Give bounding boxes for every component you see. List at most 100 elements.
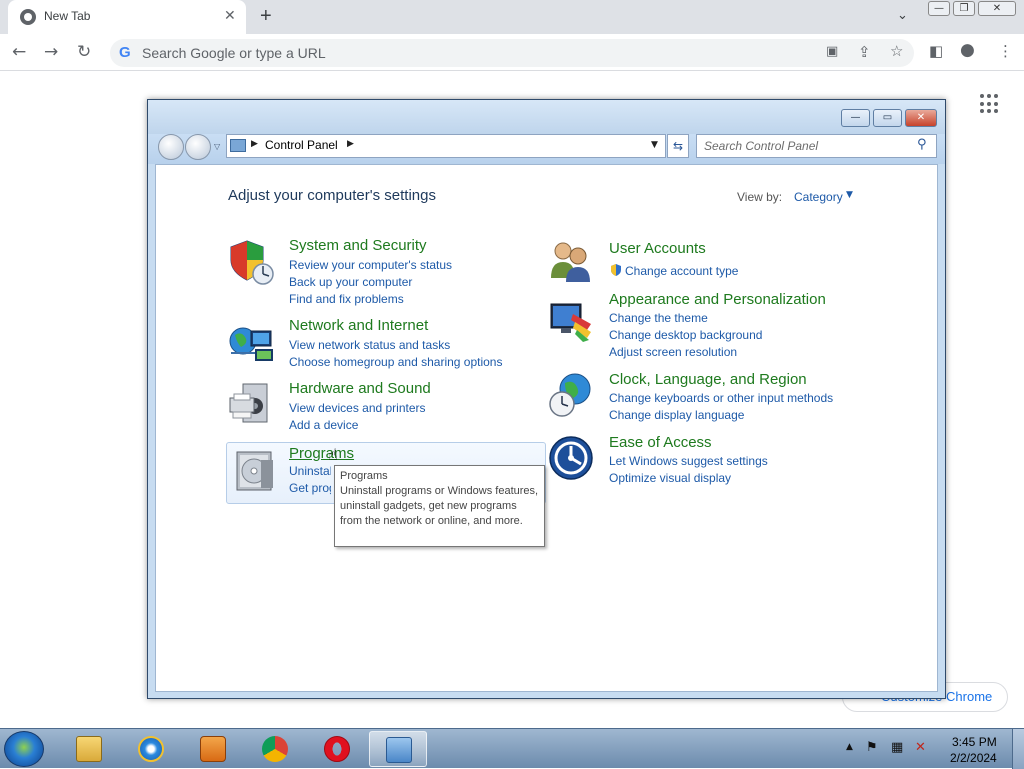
view-by-dropdown[interactable]: Category (794, 190, 843, 204)
bookmark-star-icon[interactable]: ☆ (890, 42, 903, 60)
cp-close-button[interactable]: ✕ (905, 109, 937, 127)
taskbar-chrome[interactable] (246, 731, 304, 767)
tab-search-chevron-icon[interactable]: ⌄ (897, 8, 908, 23)
link-display-language[interactable]: Change display language (609, 408, 744, 422)
view-by-label: View by: (737, 190, 783, 204)
google-apps-icon[interactable] (980, 94, 1000, 114)
browser-close-button[interactable]: ✕ (978, 1, 1016, 16)
programs-tooltip: Programs Uninstall programs or Windows f… (334, 465, 545, 547)
search-icon[interactable]: ⚲ (917, 137, 927, 152)
page-title: Adjust your computer's settings (228, 187, 436, 204)
category-user-accounts[interactable]: User Accounts (609, 240, 706, 257)
tooltip-body: Uninstall programs or Windows features, … (340, 485, 539, 527)
browser-tab-bar: New Tab ✕ + ⌄ — ❐ ✕ (0, 0, 1024, 34)
cp-minimize-button[interactable]: — (841, 109, 870, 127)
link-windows-suggest[interactable]: Let Windows suggest settings (609, 454, 768, 468)
hand-cursor-icon: ☝ (328, 445, 338, 464)
link-change-account-type[interactable]: Change account type (625, 264, 738, 278)
link-homegroup-sharing[interactable]: Choose homegroup and sharing options (289, 355, 502, 369)
link-add-device[interactable]: Add a device (289, 418, 358, 432)
category-hardware-sound[interactable]: Hardware and Sound (289, 380, 431, 397)
control-panel-icon (230, 139, 246, 152)
cp-search-input[interactable]: Search Control Panel ⚲ (696, 134, 937, 158)
action-center-flag-icon[interactable]: ⚑ (866, 740, 878, 755)
taskbar-explorer[interactable] (60, 731, 118, 767)
link-change-theme[interactable]: Change the theme (609, 311, 708, 325)
cp-maximize-button[interactable]: ▭ (873, 109, 902, 127)
clock-time[interactable]: 3:45 PM (952, 735, 997, 749)
breadcrumb-arrow-icon[interactable]: ▶ (251, 139, 258, 149)
control-panel-window: — ▭ ✕ ▽ ▶ Control Panel ▶ ▼ ⇆ Search Con… (147, 99, 946, 699)
chrome-icon (262, 736, 288, 762)
profile-avatar-icon[interactable]: ● (960, 40, 975, 60)
folder-icon (76, 736, 102, 762)
category-system-security[interactable]: System and Security (289, 237, 427, 254)
link-uninstall-program[interactable]: Uninstall a program (289, 464, 331, 478)
cp-back-icon[interactable] (158, 134, 184, 160)
link-devices-printers[interactable]: View devices and printers (289, 401, 426, 415)
browser-toolbar: ← → ↻ G Search Google or type a URL ▣ ⇪ … (0, 34, 1024, 71)
chrome-favicon-icon (20, 9, 36, 25)
link-desktop-background[interactable]: Change desktop background (609, 328, 762, 342)
browser-minimize-button[interactable]: — (928, 1, 950, 16)
user-accounts-icon[interactable] (547, 238, 595, 286)
link-back-up[interactable]: Back up your computer (289, 275, 412, 289)
ease-of-access-icon[interactable] (547, 434, 595, 482)
category-ease-of-access[interactable]: Ease of Access (609, 434, 712, 451)
cp-refresh-icon[interactable]: ⇆ (667, 134, 689, 158)
cp-forward-icon[interactable] (185, 134, 211, 160)
tooltip-title: Programs (340, 470, 388, 482)
link-find-fix-problems[interactable]: Find and fix problems (289, 292, 404, 306)
cp-address-bar[interactable]: ▶ Control Panel ▶ ▼ (226, 134, 666, 158)
reload-icon[interactable]: ↻ (77, 42, 91, 62)
taskbar-control-panel[interactable] (369, 731, 427, 767)
category-appearance[interactable]: Appearance and Personalization (609, 291, 826, 308)
taskbar-media-player[interactable] (184, 731, 242, 767)
link-optimize-display[interactable]: Optimize visual display (609, 471, 731, 485)
omnibox[interactable]: G Search Google or type a URL ▣ ⇪ ☆ (110, 39, 914, 67)
side-panel-icon[interactable]: ◧ (929, 42, 943, 60)
chrome-menu-icon[interactable]: ⋮ (998, 42, 1013, 60)
taskbar-opera[interactable] (308, 731, 366, 767)
link-change-keyboards[interactable]: Change keyboards or other input methods (609, 391, 833, 405)
link-network-status[interactable]: View network status and tasks (289, 338, 450, 352)
start-button[interactable] (4, 731, 44, 767)
shield-icon[interactable] (227, 238, 275, 286)
printer-icon[interactable] (227, 380, 275, 428)
back-arrow-icon[interactable]: ← (12, 42, 26, 62)
clock-globe-icon[interactable] (547, 371, 595, 419)
tab-close-icon[interactable]: ✕ (224, 8, 236, 24)
volume-muted-icon[interactable]: ✕ (915, 740, 926, 755)
address-dropdown-icon[interactable]: ▼ (651, 140, 658, 150)
network-globe-icon[interactable] (227, 319, 275, 367)
cp-recent-pages-icon[interactable]: ▽ (214, 142, 220, 151)
programs-disc-icon[interactable] (231, 446, 279, 494)
opera-icon (324, 736, 350, 762)
cp-content-area: Adjust your computer's settings View by:… (155, 164, 938, 692)
link-review-status[interactable]: Review your computer's status (289, 258, 452, 272)
browser-restore-button[interactable]: ❐ (953, 1, 975, 16)
taskbar: ▲ ⚑ ▦ ✕ 3:45 PM 2/2/2024 (0, 728, 1024, 769)
new-tab-button[interactable]: + (260, 5, 272, 28)
view-by-chevron-icon[interactable]: ▼ (846, 190, 853, 200)
cp-address-row: ▽ ▶ Control Panel ▶ ▼ ⇆ Search Control P… (148, 134, 945, 164)
control-panel-icon (386, 737, 412, 763)
network-icon[interactable]: ▦ (891, 740, 903, 755)
category-network-internet[interactable]: Network and Internet (289, 317, 428, 334)
show-hidden-icons-chevron[interactable]: ▲ (846, 742, 853, 752)
show-desktop-button[interactable] (1012, 729, 1024, 769)
share-icon[interactable]: ⇪ (858, 43, 871, 61)
camera-blocked-icon[interactable]: ▣ (826, 44, 838, 59)
clock-date[interactable]: 2/2/2024 (950, 751, 997, 765)
category-clock-region[interactable]: Clock, Language, and Region (609, 371, 807, 388)
breadcrumb-control-panel[interactable]: Control Panel (265, 138, 338, 152)
breadcrumb-arrow-icon[interactable]: ▶ (347, 139, 354, 149)
category-programs[interactable]: Programs (289, 445, 354, 462)
taskbar-internet-explorer[interactable] (122, 731, 180, 767)
appearance-monitor-icon[interactable] (547, 298, 595, 346)
forward-arrow-icon[interactable]: → (44, 42, 58, 62)
cp-title-bar[interactable]: — ▭ ✕ (148, 100, 945, 134)
tab-new-tab[interactable]: New Tab ✕ (8, 0, 246, 34)
link-get-programs[interactable]: Get programs (289, 481, 331, 495)
link-screen-resolution[interactable]: Adjust screen resolution (609, 345, 737, 359)
